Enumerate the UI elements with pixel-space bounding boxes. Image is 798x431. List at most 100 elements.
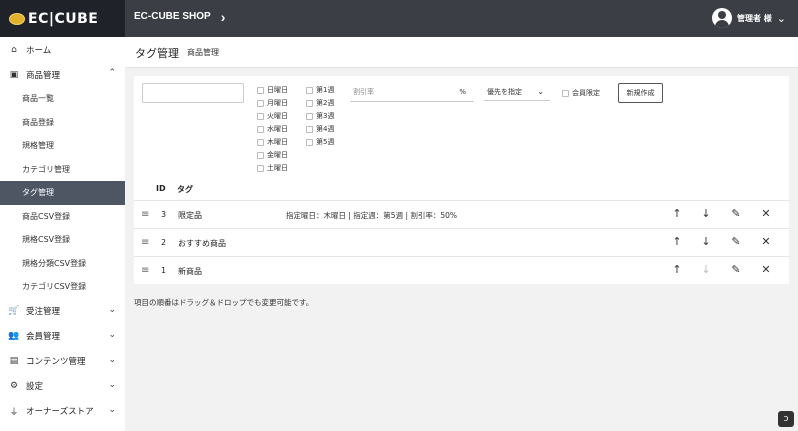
edit-icon[interactable]: ✎	[729, 208, 743, 220]
arrow-up-icon[interactable]: ↑	[670, 264, 684, 276]
column-header-id: ID	[156, 184, 166, 193]
shop-name: EC-CUBE SHOP	[134, 11, 211, 22]
member-only-checkbox[interactable]: 会員限定	[562, 88, 600, 98]
sidebar-subitem-product-csv[interactable]: 商品CSV登録	[0, 205, 125, 229]
day-checkbox-wed[interactable]: 水曜日	[257, 124, 288, 134]
ec-cube-badge-icon[interactable]: ↄ	[778, 411, 794, 427]
sidebar-subitem-class-csv[interactable]: 規格CSV登録	[0, 228, 125, 252]
row-id: 3	[161, 210, 167, 219]
plug-icon: ⏚	[9, 407, 19, 418]
day-checkbox-fri[interactable]: 金曜日	[257, 150, 288, 160]
drag-handle-icon[interactable]: ≡	[141, 237, 149, 248]
sidebar-item-customer[interactable]: 👥 会員管理 ⌄	[0, 324, 125, 349]
day-label: 土曜日	[267, 164, 288, 172]
table-row[interactable]: ≡ 1 新商品 ↑ ↓ ✎ ✕	[134, 256, 789, 284]
delete-icon[interactable]: ✕	[759, 264, 773, 276]
checkbox-icon	[257, 151, 264, 159]
checkbox-icon	[306, 86, 313, 94]
drag-handle-icon[interactable]: ≡	[141, 265, 149, 276]
day-checkbox-sun[interactable]: 日曜日	[257, 85, 288, 95]
checkbox-icon	[257, 99, 264, 107]
page-title: タグ管理	[135, 47, 179, 60]
shop-link[interactable]: EC-CUBE SHOP ›	[134, 10, 225, 24]
day-checkbox-mon[interactable]: 月曜日	[257, 98, 288, 108]
checkbox-icon	[306, 112, 313, 120]
row-name: 限定品	[178, 211, 202, 220]
row-id: 1	[161, 266, 167, 275]
chevron-down-icon: ⌄	[108, 404, 116, 415]
cart-icon: 🛒	[8, 306, 20, 316]
sidebar-subitem-product-register[interactable]: 商品登録	[0, 111, 125, 135]
row-name: おすすめ商品	[178, 239, 226, 248]
box-icon: ▣	[9, 69, 19, 80]
drag-drop-note: 項目の順番はドラッグ＆ドロップでも変更可能です。	[134, 298, 314, 307]
sidebar-item-label: 会員管理	[26, 332, 61, 342]
page-subtitle: 商品管理	[187, 48, 219, 57]
edit-icon[interactable]: ✎	[729, 236, 743, 248]
user-name: 管理者 様	[736, 13, 772, 23]
sidebar-subitem-class-category-csv[interactable]: 規格分類CSV登録	[0, 252, 125, 276]
sidebar: ⌂ ホーム ▣ 商品管理 ⌃ 商品一覧 商品登録 規格管理 カテゴリ管理 タグ管…	[0, 37, 125, 431]
week-checkbox-1[interactable]: 第1週	[306, 85, 334, 95]
week-checkbox-5[interactable]: 第5週	[306, 137, 334, 147]
sidebar-item-store[interactable]: ⏚ オーナーズストア ⌄	[0, 399, 125, 424]
checkbox-icon	[257, 112, 264, 120]
day-checkbox-thu[interactable]: 木曜日	[257, 137, 288, 147]
sidebar-item-home[interactable]: ⌂ ホーム	[0, 37, 125, 62]
priority-select[interactable]: 優先を指定 ⌄	[484, 83, 550, 101]
arrow-down-icon: ↓	[701, 263, 711, 276]
checkbox-icon	[257, 125, 264, 133]
sidebar-item-setting[interactable]: ⚙ 設定 ⌄	[0, 374, 125, 399]
day-label: 木曜日	[267, 138, 288, 146]
checkbox-icon	[306, 99, 313, 107]
tag-name-input[interactable]	[142, 83, 244, 103]
page-header: タグ管理 商品管理	[125, 37, 798, 68]
delete-icon[interactable]: ✕	[759, 208, 773, 220]
sidebar-item-order[interactable]: 🛒 受注管理 ⌄	[0, 299, 125, 324]
gear-icon: ⚙	[9, 381, 19, 391]
table-row[interactable]: ≡ 3 限定品 指定曜日：木曜日 | 指定週：第5週 | 割引率：50% ↑ ↓…	[134, 200, 789, 228]
week-checkbox-3[interactable]: 第3週	[306, 111, 334, 121]
week-checkbox-4[interactable]: 第4週	[306, 124, 334, 134]
edit-icon[interactable]: ✎	[729, 264, 743, 276]
column-header-tag: タグ	[177, 185, 193, 194]
drag-handle-icon[interactable]: ≡	[141, 209, 149, 220]
day-label: 月曜日	[267, 99, 288, 107]
priority-select-value: 優先を指定	[487, 87, 522, 96]
arrow-up-icon[interactable]: ↑	[670, 208, 684, 220]
week-checkbox-2[interactable]: 第2週	[306, 98, 334, 108]
sidebar-item-product[interactable]: ▣ 商品管理 ⌃	[0, 62, 125, 87]
chevron-up-icon: ⌃	[108, 68, 116, 78]
day-label: 金曜日	[267, 151, 288, 159]
sidebar-subitem-product-list[interactable]: 商品一覧	[0, 87, 125, 111]
table-row[interactable]: ≡ 2 おすすめ商品 ↑ ↓ ✎ ✕	[134, 228, 789, 256]
logo[interactable]: EC|CUBE	[0, 0, 125, 37]
home-icon: ⌂	[11, 44, 17, 55]
checkbox-icon	[257, 164, 264, 172]
checkbox-icon	[562, 89, 569, 97]
sidebar-subitem-category[interactable]: カテゴリ管理	[0, 158, 125, 182]
user-avatar-icon	[711, 8, 732, 28]
user-menu[interactable]: 管理者 様 ⌄	[711, 8, 786, 28]
sidebar-item-label: 設定	[26, 382, 44, 392]
create-new-button[interactable]: 新規作成	[618, 83, 663, 103]
discount-rate-input[interactable]: 割引率 %	[350, 83, 474, 102]
chevron-down-icon: ⌄	[108, 304, 116, 315]
day-checkbox-tue[interactable]: 火曜日	[257, 111, 288, 121]
tag-card: 日曜日 月曜日 火曜日 水曜日 木曜日 金曜日 土曜日 第1週 第2週 第3週 …	[134, 76, 789, 284]
checkbox-icon	[306, 138, 313, 146]
sidebar-subitem-category-csv[interactable]: カテゴリCSV登録	[0, 275, 125, 299]
sidebar-item-content[interactable]: ▤ コンテンツ管理 ⌄	[0, 349, 125, 374]
week-label: 第4週	[316, 125, 335, 133]
delete-icon[interactable]: ✕	[759, 236, 773, 248]
row-name: 新商品	[178, 267, 202, 276]
day-label: 火曜日	[267, 112, 288, 120]
arrow-down-icon[interactable]: ↓	[699, 208, 713, 220]
arrow-down-icon[interactable]: ↓	[699, 236, 713, 248]
arrow-up-icon[interactable]: ↑	[670, 236, 684, 248]
day-checkbox-sat[interactable]: 土曜日	[257, 163, 288, 173]
sidebar-subitem-tag[interactable]: タグ管理	[0, 181, 125, 205]
sidebar-subitem-class[interactable]: 規格管理	[0, 134, 125, 158]
week-label: 第2週	[316, 99, 335, 107]
checkbox-icon	[257, 86, 264, 94]
